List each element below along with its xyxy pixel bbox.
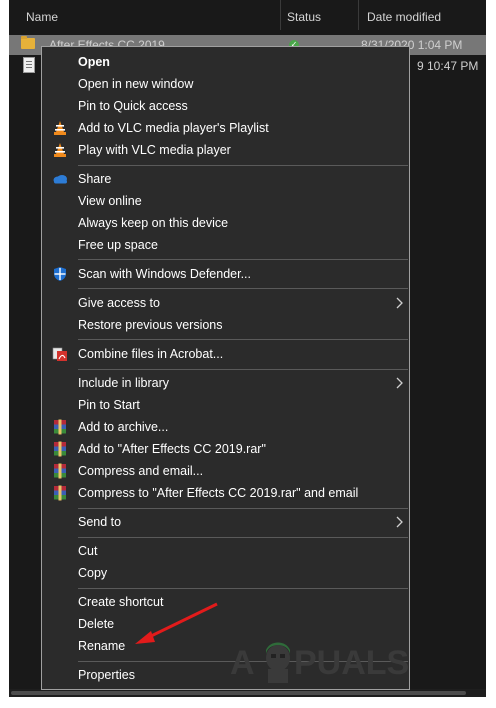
menu-item-label: Scan with Windows Defender... [78,267,251,281]
menu-item-copy[interactable]: Copy [42,562,409,584]
appuals-watermark: A PUALS [230,636,440,686]
menu-item-label: Pin to Quick access [78,99,188,113]
menu-divider [78,288,408,289]
menu-item-vlc-playlist[interactable]: Add to VLC media player's Playlist [42,117,409,139]
vlc-icon [52,120,68,136]
onedrive-cloud-icon [52,171,68,187]
menu-item-vlc-play[interactable]: Play with VLC media player [42,139,409,161]
menu-item-send-to[interactable]: Send to [42,511,409,533]
context-menu: Open Open in new window Pin to Quick acc… [41,46,410,690]
menu-item-label: Add to "After Effects CC 2019.rar" [78,442,266,456]
folder-icon [21,36,35,49]
menu-item-label: Properties [78,668,135,682]
menu-item-windows-defender[interactable]: Scan with Windows Defender... [42,263,409,285]
menu-divider [78,259,408,260]
menu-divider [78,537,408,538]
menu-item-label: Share [78,172,112,186]
menu-item-label: Always keep on this device [78,216,229,230]
column-header-name[interactable]: Name [26,10,58,24]
menu-item-pin-start[interactable]: Pin to Start [42,394,409,416]
scrollbar-thumb[interactable] [11,691,466,695]
chevron-right-icon [395,375,405,391]
menu-item-label: Add to VLC media player's Playlist [78,121,269,135]
menu-item-acrobat[interactable]: Combine files in Acrobat... [42,343,409,365]
menu-item-include-library[interactable]: Include in library [42,372,409,394]
menu-divider [78,369,408,370]
menu-item-restore-previous[interactable]: Restore previous versions [42,314,409,336]
menu-item-label: Combine files in Acrobat... [78,347,224,361]
menu-item-always-keep[interactable]: Always keep on this device [42,212,409,234]
menu-item-compress-rar-email[interactable]: Compress to "After Effects CC 2019.rar" … [42,482,409,504]
winrar-icon [52,441,68,457]
menu-item-label: Cut [78,544,98,558]
windows-defender-icon [52,266,68,282]
menu-item-label: Restore previous versions [78,318,223,332]
menu-item-open-new-window[interactable]: Open in new window [42,73,409,95]
menu-item-compress-email[interactable]: Compress and email... [42,460,409,482]
menu-divider [78,339,408,340]
menu-item-label: Rename [78,639,126,653]
menu-item-cut[interactable]: Cut [42,540,409,562]
menu-item-label: Add to archive... [78,420,169,434]
menu-item-label: Open in new window [78,77,194,91]
menu-divider [78,508,408,509]
winrar-icon [52,463,68,479]
menu-item-create-shortcut[interactable]: Create shortcut [42,591,409,613]
watermark-text: PUALS [294,644,409,682]
chevron-right-icon [395,514,405,530]
menu-item-label: Open [78,55,110,69]
menu-item-label: Free up space [78,238,158,252]
menu-item-label: Include in library [78,376,170,390]
menu-item-label: Copy [78,566,108,580]
menu-divider [78,588,408,589]
menu-item-delete[interactable]: Delete [42,613,409,635]
column-header-status[interactable]: Status [287,10,321,24]
menu-item-free-up-space[interactable]: Free up space [42,234,409,256]
menu-item-label: Pin to Start [78,398,140,412]
winrar-icon [52,485,68,501]
watermark-letter: A [230,644,255,682]
chevron-right-icon [395,295,405,311]
file-date: 9 10:47 PM [417,59,479,73]
menu-item-give-access[interactable]: Give access to [42,292,409,314]
menu-item-open[interactable]: Open [42,51,409,73]
menu-item-label: Send to [78,515,122,529]
menu-item-label: Play with VLC media player [78,143,231,157]
column-divider[interactable] [358,0,359,30]
menu-item-label: Delete [78,617,115,631]
menu-item-share[interactable]: Share [42,168,409,190]
menu-item-pin-quick-access[interactable]: Pin to Quick access [42,95,409,117]
column-divider[interactable] [280,0,281,30]
vlc-icon [52,142,68,158]
column-header-bar: Name Status Date modified [9,0,486,30]
menu-item-add-archive[interactable]: Add to archive... [42,416,409,438]
winrar-icon [52,419,68,435]
file-icon [23,57,35,73]
menu-item-label: Compress and email... [78,464,204,478]
red-pointer-arrow-icon [135,602,218,644]
menu-item-label: Give access to [78,296,160,310]
menu-item-view-online[interactable]: View online [42,190,409,212]
acrobat-icon [52,346,68,362]
menu-item-label: Compress to "After Effects CC 2019.rar" … [78,486,359,500]
menu-divider [78,165,408,166]
menu-item-label: View online [78,194,142,208]
appuals-mascot-icon [266,642,290,683]
menu-item-add-rar[interactable]: Add to "After Effects CC 2019.rar" [42,438,409,460]
column-header-date-modified[interactable]: Date modified [367,10,441,24]
